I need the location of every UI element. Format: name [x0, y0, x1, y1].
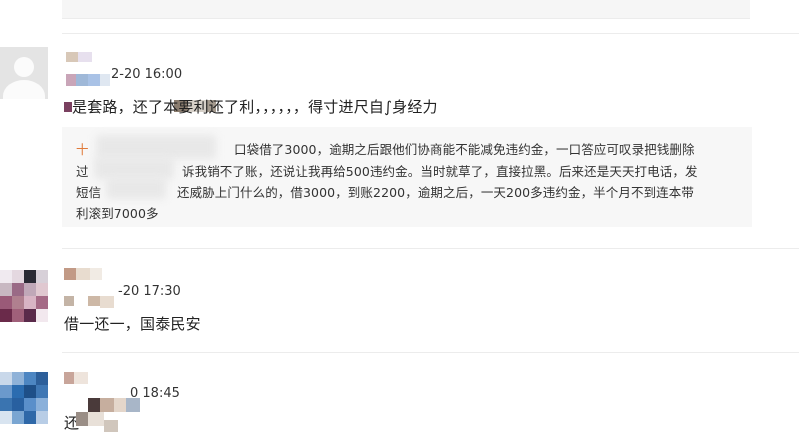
avatar-shoulder-icon — [3, 80, 45, 99]
comment-time: 0 18:45 — [130, 386, 180, 401]
comment-time: -20 17:30 — [118, 284, 181, 299]
blurred-text — [94, 157, 174, 179]
quote-line-1: 口袋借了3000，逾期之后跟他们协商能不能减免违约金，一口答应可叹录把钱删除 — [234, 142, 695, 157]
avatar-head-icon — [14, 57, 34, 77]
blurred-username — [96, 135, 216, 159]
quote-line-prefix: 短信 — [76, 185, 102, 200]
mosaic-avatar[interactable] — [0, 270, 48, 322]
quote-line-4: 利滚到7000多 — [76, 206, 159, 221]
reply-quote: 十 口袋借了3000，逾期之后跟他们协商能不能减免违约金，一口答应可叹录把钱删除… — [62, 127, 752, 227]
comment-text: 借一还一，国泰民安 — [64, 315, 201, 333]
divider — [62, 248, 799, 249]
blurred-text — [106, 177, 166, 199]
previous-comment-box — [62, 0, 750, 19]
quote-line-2: 诉我销不了账，还说让我再给500违约金。当时就草了，直接拉黑。后来还是天天打电话… — [182, 164, 698, 179]
comment-text: 是套路，还了本要利还了利，，，，，，得寸进尺自∫身经力 — [72, 98, 438, 116]
mosaic-avatar[interactable] — [0, 372, 48, 424]
quote-line-prefix: 过 — [76, 164, 89, 179]
quote-prefix: 十 — [76, 142, 89, 157]
divider — [62, 33, 799, 34]
comment-time: 2-20 16:00 — [111, 67, 183, 82]
quote-line-3: 还威胁上门什么的，借3000，到账2200，逾期之后，一天200多违约金，半个月… — [177, 185, 694, 200]
default-avatar[interactable] — [0, 47, 48, 99]
divider — [62, 352, 799, 353]
